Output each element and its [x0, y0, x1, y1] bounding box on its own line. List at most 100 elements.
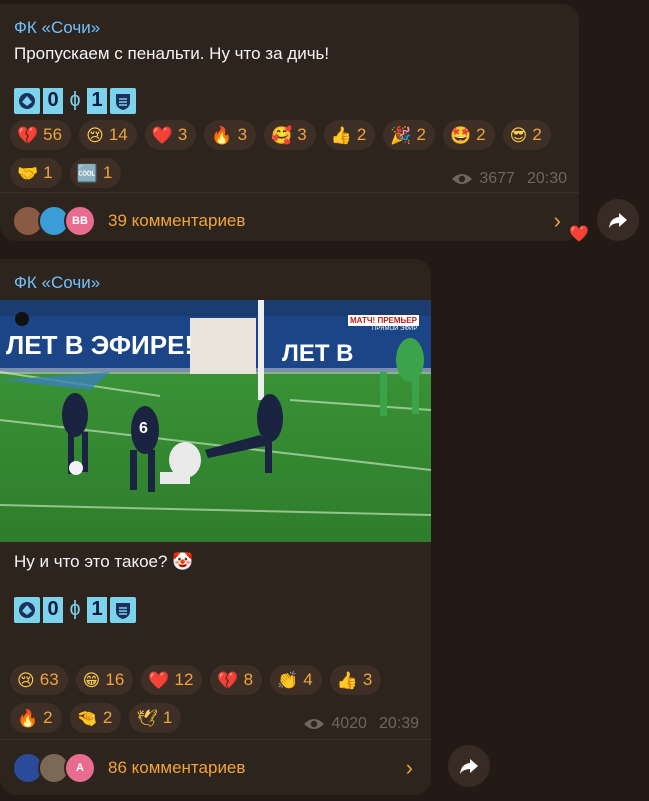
post-time: 20:39: [378, 715, 419, 732]
home-score: 0: [43, 596, 63, 623]
reaction-chip[interactable]: ❤️ 12: [141, 665, 203, 695]
reaction-emoji-icon: 🎉: [390, 125, 412, 145]
reaction-count: 14: [108, 125, 128, 144]
reaction-count: 12: [174, 670, 194, 689]
reaction-count: 16: [105, 670, 125, 689]
reaction-count: 2: [532, 125, 542, 144]
reaction-emoji-icon: ❤️: [148, 670, 170, 690]
sochi-logo-icon: [110, 87, 136, 114]
channel-name[interactable]: ФК «Сочи»: [14, 273, 100, 293]
comments-button[interactable]: A 86 комментариев ›: [0, 743, 431, 793]
reaction-chip[interactable]: 🆒 1: [69, 158, 122, 188]
views-count: 3677: [479, 170, 515, 187]
video-banner-text: ЛЕТ В ЭФИРЕ!: [6, 330, 194, 360]
reaction-chip[interactable]: 🤩 2: [442, 120, 495, 150]
reaction-count: 3: [237, 125, 248, 144]
channel-name[interactable]: ФК «Сочи»: [14, 18, 100, 38]
video-banner-text: ЛЕТ В: [282, 340, 354, 367]
reaction-emoji-icon: 😁: [82, 670, 101, 690]
commenter-avatars: BB: [12, 205, 102, 237]
reaction-chip[interactable]: 😢 63: [10, 665, 68, 695]
reaction-chip[interactable]: 💔 56: [10, 120, 72, 150]
reaction-chip[interactable]: 😢 14: [79, 120, 137, 150]
reaction-emoji-icon: 👍: [336, 670, 358, 690]
comments-count: 86 комментариев: [108, 758, 246, 777]
reaction-emoji-icon: 💔: [17, 125, 39, 145]
reaction-emoji-icon: 💔: [217, 670, 239, 690]
reaction-count: 63: [39, 670, 59, 689]
avatar: A: [64, 752, 96, 784]
reaction-chip[interactable]: 👍 2: [323, 120, 376, 150]
channel-post: ФК «Сочи» ЛЕТ В ЭФИРЕ! ЛЕТ В МАТЧ! ПРЕМЬ…: [0, 259, 431, 795]
reaction-emoji-icon: 🤝: [17, 163, 39, 183]
channel-post: ФК «Сочи» Пропускаем с пенальти. Ну что …: [0, 4, 579, 241]
score-line: 0 ɸ 1: [14, 87, 136, 114]
views-count: 4020: [331, 715, 367, 732]
reaction-count: 2: [43, 708, 53, 727]
reaction-chip[interactable]: 🤏 2: [69, 703, 122, 733]
views-icon: [303, 717, 325, 731]
reaction-count: 4: [303, 670, 313, 689]
reaction-chip[interactable]: 🎉 2: [383, 120, 435, 150]
reaction-count: 3: [177, 125, 188, 144]
reaction-emoji-icon: 😎: [509, 125, 528, 145]
reaction-count: 56: [43, 125, 63, 144]
share-arrow-icon: [460, 759, 478, 774]
reaction-chip[interactable]: 👍 3: [329, 665, 382, 695]
chevron-right-icon: ›: [405, 755, 413, 780]
reaction-emoji-icon: 😢: [17, 670, 35, 690]
reaction-emoji-icon: 🔥: [17, 708, 39, 728]
views-icon: [451, 172, 473, 186]
reaction-count: 1: [43, 163, 53, 182]
reaction-chip[interactable]: 🥰 3: [264, 120, 316, 150]
away-score: 1: [87, 596, 107, 623]
reaction-chip[interactable]: 😁 16: [75, 665, 134, 695]
share-button[interactable]: [448, 745, 490, 787]
reaction-chip[interactable]: ❤️ 3: [144, 120, 197, 150]
score-separator: ɸ: [69, 598, 81, 620]
reaction-chip[interactable]: 💔 8: [210, 665, 263, 695]
reaction-emoji-icon: 🆒: [76, 163, 98, 183]
reaction-chip[interactable]: 😎 2: [502, 120, 551, 150]
reaction-emoji-icon: 🕊: [136, 708, 158, 728]
post-meta: 3677 20:30: [451, 170, 567, 188]
reaction-count: 2: [102, 708, 113, 727]
share-arrow-icon: [609, 213, 627, 228]
reaction-chip[interactable]: 🤝 1: [10, 158, 62, 188]
tv-channel-badge: МАТЧ! ПРЕМЬЕР: [348, 315, 419, 326]
divider: [0, 739, 431, 740]
reaction-chip[interactable]: 👏 4: [270, 665, 322, 695]
chevron-right-icon: ›: [553, 208, 561, 233]
reaction-count: 1: [162, 708, 173, 727]
reaction-count: 8: [243, 670, 254, 689]
live-label: ПРЯМОЙ ЭФИР: [372, 326, 418, 332]
share-button[interactable]: [597, 199, 639, 241]
post-text: Пропускаем с пенальти. Ну что за дичь!: [14, 44, 330, 63]
video-thumbnail[interactable]: ЛЕТ В ЭФИРЕ! ЛЕТ В МАТЧ! ПРЕМЬЕР ПРЯМОЙ …: [0, 300, 431, 542]
reaction-chip[interactable]: 🕊 1: [129, 703, 182, 733]
sochi-logo-icon: [110, 596, 136, 623]
own-reaction-heart-icon: ❤️: [569, 226, 589, 243]
reaction-emoji-icon: 🥰: [271, 125, 293, 145]
score-separator: ɸ: [69, 89, 81, 111]
divider: [0, 192, 579, 193]
commenter-avatars: A: [12, 752, 102, 784]
away-score: 1: [87, 87, 107, 114]
opponent-logo-icon: [14, 87, 40, 114]
reaction-count: 1: [102, 163, 113, 182]
reaction-emoji-icon: 🤩: [449, 125, 472, 145]
player-number: 6: [139, 420, 148, 437]
reaction-count: 3: [362, 670, 373, 689]
reaction-count: 2: [476, 125, 486, 144]
comments-count: 39 комментариев: [108, 211, 246, 230]
opponent-logo-icon: [14, 596, 40, 623]
post-time: 20:30: [526, 170, 567, 187]
post-text: Ну и что это такое? 🤡: [14, 552, 194, 571]
comments-button[interactable]: BB 39 комментариев ›: [0, 196, 579, 241]
post-meta: 4020 20:39: [303, 715, 419, 733]
reaction-chip[interactable]: 🔥 2: [10, 703, 62, 733]
avatar: BB: [64, 205, 96, 237]
reaction-emoji-icon: 👍: [330, 125, 352, 145]
reaction-count: 3: [297, 125, 307, 144]
reaction-chip[interactable]: 🔥 3: [204, 120, 257, 150]
